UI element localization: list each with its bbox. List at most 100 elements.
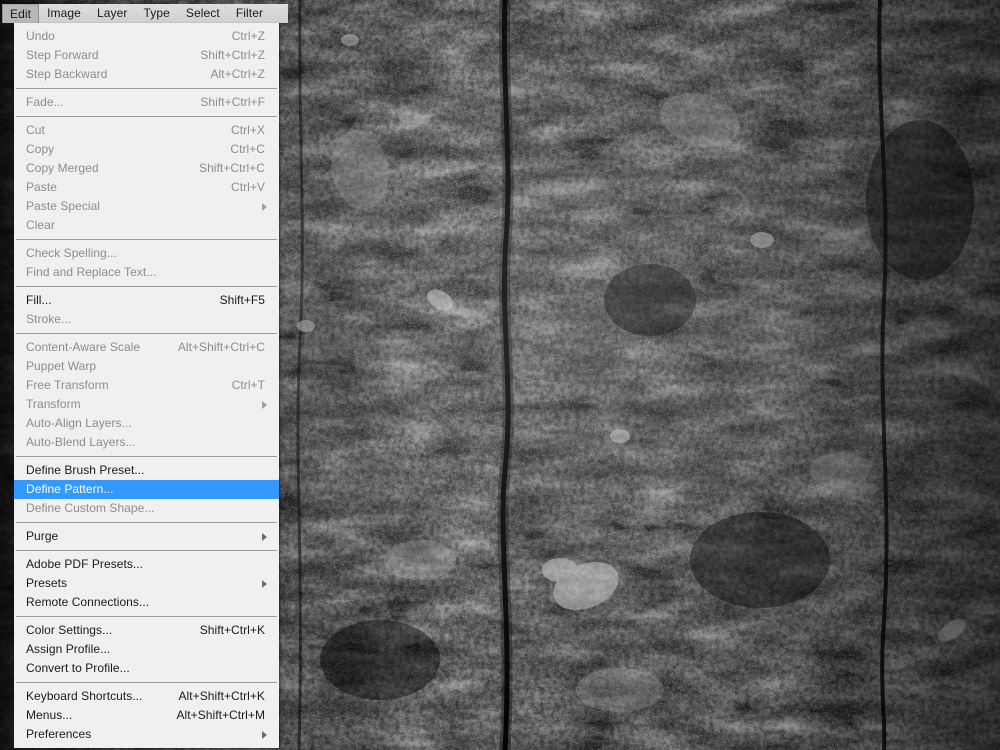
menu-item-presets[interactable]: Presets [14, 574, 279, 593]
menu-item-convert-to-profile[interactable]: Convert to Profile... [14, 659, 279, 678]
menu-item-label: Define Custom Shape... [26, 501, 155, 515]
menu-item-paste[interactable]: Paste Ctrl+V [14, 178, 279, 197]
menu-item-shortcut: Ctrl+C [230, 142, 265, 156]
menu-item-define-brush-preset[interactable]: Define Brush Preset... [14, 461, 279, 480]
menu-item-step-forward[interactable]: Step Forward Shift+Ctrl+Z [14, 46, 279, 65]
menubar-item-image[interactable]: Image [39, 4, 89, 23]
menu-item-label: Remote Connections... [26, 595, 150, 609]
menu-item-shortcut: Shift+Ctrl+Z [200, 48, 265, 62]
menu-item-label: Keyboard Shortcuts... [26, 689, 143, 703]
menu-item-copy[interactable]: Copy Ctrl+C [14, 140, 279, 159]
edit-dropdown-menu[interactable]: Undo Ctrl+Z Step Forward Shift+Ctrl+Z Step B… [14, 23, 279, 748]
menu-item-shortcut: Ctrl+T [231, 378, 265, 392]
menu-item-cut[interactable]: Cut Ctrl+X [14, 121, 279, 140]
menu-item-shortcut: Alt+Shift+Ctrl+M [176, 708, 265, 722]
menu-item-label: Step Forward [26, 48, 99, 62]
menu-item-undo[interactable]: Undo Ctrl+Z [14, 27, 279, 46]
menu-item-transform[interactable]: Transform [14, 395, 279, 414]
menu-item-define-custom-shape[interactable]: Define Custom Shape... [14, 499, 279, 518]
menu-item-menus[interactable]: Menus... Alt+Shift+Ctrl+M [14, 706, 279, 725]
menu-item-label: Paste Special [26, 199, 101, 213]
chevron-right-icon [262, 400, 267, 409]
menu-item-label: Define Pattern... [26, 482, 114, 496]
menu-item-label: Find and Replace Text... [26, 265, 157, 279]
menubar-item-select[interactable]: Select [178, 4, 228, 23]
menu-item-label: Puppet Warp [26, 359, 97, 373]
menu-separator [16, 239, 277, 240]
chevron-right-icon [262, 579, 267, 588]
menu-item-clear[interactable]: Clear [14, 216, 279, 235]
menu-item-label: Transform [26, 397, 81, 411]
menu-item-label: Assign Profile... [26, 642, 111, 656]
menu-item-color-settings[interactable]: Color Settings... Shift+Ctrl+K [14, 621, 279, 640]
menu-separator [16, 456, 277, 457]
menu-item-remote-connections[interactable]: Remote Connections... [14, 593, 279, 612]
menu-item-label: Menus... [26, 708, 73, 722]
menubar-item-layer[interactable]: Layer [89, 4, 136, 23]
menu-item-label: Check Spelling... [26, 246, 117, 260]
menu-item-shortcut: Alt+Shift+Ctrl+K [178, 689, 265, 703]
menu-item-label: Presets [26, 576, 68, 590]
menu-item-auto-align-layers[interactable]: Auto-Align Layers... [14, 414, 279, 433]
menu-item-paste-special[interactable]: Paste Special [14, 197, 279, 216]
menu-item-fill[interactable]: Fill... Shift+F5 [14, 291, 279, 310]
menubar-item-edit[interactable]: Edit [2, 4, 40, 23]
menu-item-adobe-pdf-presets[interactable]: Adobe PDF Presets... [14, 555, 279, 574]
menu-item-label: Auto-Blend Layers... [26, 435, 136, 449]
chevron-right-icon [262, 532, 267, 541]
menu-item-copy-merged[interactable]: Copy Merged Shift+Ctrl+C [14, 159, 279, 178]
menu-item-label: Copy [26, 142, 55, 156]
menu-item-label: Content-Aware Scale [26, 340, 141, 354]
menu-separator [16, 550, 277, 551]
menu-item-shortcut: Alt+Ctrl+Z [210, 67, 265, 81]
menu-item-purge[interactable]: Purge [14, 527, 279, 546]
menubar-item-type[interactable]: Type [135, 4, 177, 23]
menu-separator [16, 682, 277, 683]
menu-item-label: Purge [26, 529, 59, 543]
menu-item-fade[interactable]: Fade... Shift+Ctrl+F [14, 93, 279, 112]
menu-separator [16, 333, 277, 334]
menu-item-label: Auto-Align Layers... [26, 416, 132, 430]
menu-separator [16, 522, 277, 523]
chevron-right-icon [262, 202, 267, 211]
menu-item-auto-blend-layers[interactable]: Auto-Blend Layers... [14, 433, 279, 452]
menu-item-stroke[interactable]: Stroke... [14, 310, 279, 329]
menu-separator [16, 286, 277, 287]
menu-item-puppet-warp[interactable]: Puppet Warp [14, 357, 279, 376]
menu-item-shortcut: Shift+Ctrl+K [199, 623, 265, 637]
chevron-right-icon [262, 730, 267, 739]
menu-item-check-spelling[interactable]: Check Spelling... [14, 244, 279, 263]
menubar-item-filter[interactable]: Filter [228, 4, 271, 23]
menu-item-find-and-replace-text[interactable]: Find and Replace Text... [14, 263, 279, 282]
menu-bar[interactable]: Edit Image Layer Type Select Filter [2, 4, 288, 23]
menu-item-label: Define Brush Preset... [26, 463, 145, 477]
menu-item-label: Convert to Profile... [26, 661, 130, 675]
menu-item-shortcut: Ctrl+V [231, 180, 265, 194]
menu-item-label: Stroke... [26, 312, 72, 326]
menu-item-shortcut: Alt+Shift+Ctrl+C [177, 340, 265, 354]
menu-item-define-pattern[interactable]: Define Pattern... [14, 480, 279, 499]
menu-item-label: Adobe PDF Presets... [26, 557, 144, 571]
menu-item-label: Clear [26, 218, 55, 232]
photoshop-window: Edit Image Layer Type Select Filter Undo Ctrl+… [0, 0, 1000, 750]
menu-item-shortcut: Ctrl+Z [231, 29, 265, 43]
menu-separator [16, 616, 277, 617]
menu-item-label: Free Transform [26, 378, 109, 392]
menu-item-keyboard-shortcuts[interactable]: Keyboard Shortcuts... Alt+Shift+Ctrl+K [14, 687, 279, 706]
menu-item-label: Color Settings... [26, 623, 113, 637]
menu-item-shortcut: Shift+F5 [219, 293, 265, 307]
menu-item-shortcut: Shift+Ctrl+F [200, 95, 265, 109]
menu-item-label: Fade... [26, 95, 64, 109]
menu-item-label: Preferences [26, 727, 92, 741]
menu-item-label: Paste [26, 180, 57, 194]
menu-item-label: Copy Merged [26, 161, 99, 175]
menu-item-label: Fill... [26, 293, 52, 307]
menu-item-shortcut: Shift+Ctrl+C [199, 161, 265, 175]
menu-item-assign-profile[interactable]: Assign Profile... [14, 640, 279, 659]
menu-item-content-aware-scale[interactable]: Content-Aware Scale Alt+Shift+Ctrl+C [14, 338, 279, 357]
menu-separator [16, 88, 277, 89]
menu-item-step-backward[interactable]: Step Backward Alt+Ctrl+Z [14, 65, 279, 84]
menu-item-free-transform[interactable]: Free Transform Ctrl+T [14, 376, 279, 395]
menu-item-label: Step Backward [26, 67, 108, 81]
menu-item-preferences[interactable]: Preferences [14, 725, 279, 744]
